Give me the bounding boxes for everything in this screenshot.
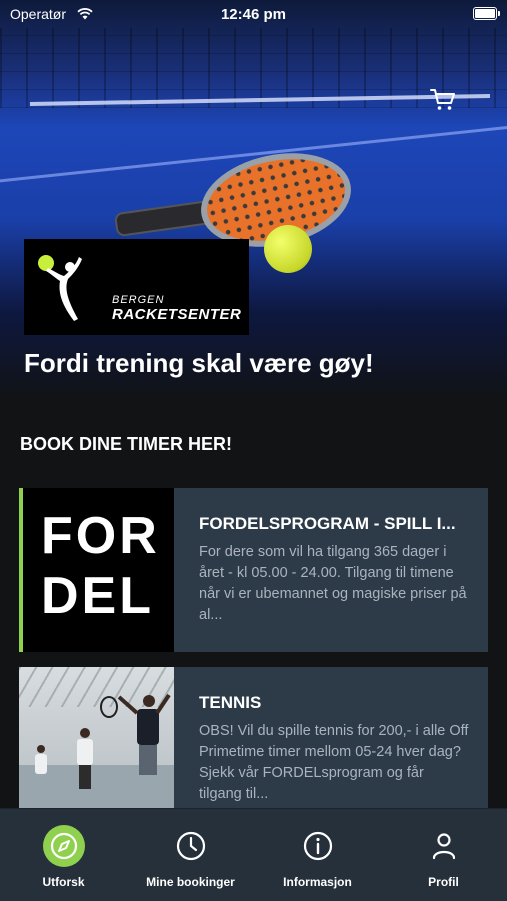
fordel-logo-top: FOR bbox=[41, 507, 160, 565]
person-icon bbox=[423, 825, 465, 867]
club-logo: BERGEN RACKETSENTER bbox=[24, 239, 249, 335]
tab-label: Utforsk bbox=[42, 875, 85, 889]
hero-tagline: Fordi trening skal være gøy! bbox=[24, 348, 374, 378]
status-bar: Operatør 12:46 pm bbox=[0, 0, 507, 28]
tab-informasjon[interactable]: Informasjon bbox=[254, 809, 381, 901]
logo-text-name: RACKETSENTER bbox=[112, 306, 242, 323]
fordel-logo-text: FOR DEL bbox=[41, 506, 160, 626]
clock-icon bbox=[170, 825, 212, 867]
section-title: BOOK DINE TIMER HER! bbox=[20, 434, 233, 454]
ball-graphic bbox=[264, 225, 312, 273]
card-description: For dere som vil ha tilgang 365 dager i … bbox=[199, 544, 467, 623]
tennis-photo bbox=[19, 667, 174, 808]
booking-card-fordelsprogram[interactable]: FOR DEL FORDELSPROGRAM - SPILL I... For … bbox=[19, 488, 488, 652]
compass-icon bbox=[42, 825, 85, 867]
tab-label: Informasjon bbox=[283, 875, 352, 889]
shopping-cart-icon[interactable] bbox=[430, 88, 456, 112]
tab-utforsk[interactable]: Utforsk bbox=[0, 809, 127, 901]
tab-profil[interactable]: Profil bbox=[380, 809, 507, 901]
battery-icon bbox=[473, 7, 500, 20]
tab-label: Profil bbox=[428, 875, 459, 889]
card-title: TENNIS bbox=[199, 693, 262, 712]
status-time: 12:46 pm bbox=[220, 6, 287, 23]
card-description: OBS! Vil du spille tennis for 200,- i al… bbox=[199, 723, 469, 802]
player-silhouette-icon bbox=[38, 255, 82, 321]
hero-banner: BERGEN RACKETSENTER bbox=[0, 0, 507, 400]
tab-mine-bookinger[interactable]: Mine bookinger bbox=[127, 809, 254, 901]
tab-label: Mine bookinger bbox=[146, 875, 235, 889]
booking-card-tennis[interactable]: TENNIS OBS! Vil du spille tennis for 200… bbox=[19, 667, 488, 808]
fordel-logo-image: FOR DEL bbox=[19, 488, 174, 652]
card-title: FORDELSPROGRAM - SPILL I... bbox=[199, 514, 456, 533]
logo-text-city: BERGEN bbox=[112, 294, 165, 306]
info-icon bbox=[297, 825, 339, 867]
tennis-players-graphic bbox=[35, 693, 171, 789]
fordel-logo-bottom: DEL bbox=[41, 567, 154, 625]
bottom-tab-bar: Utforsk Mine bookinger Informasjon Profi… bbox=[0, 808, 507, 901]
